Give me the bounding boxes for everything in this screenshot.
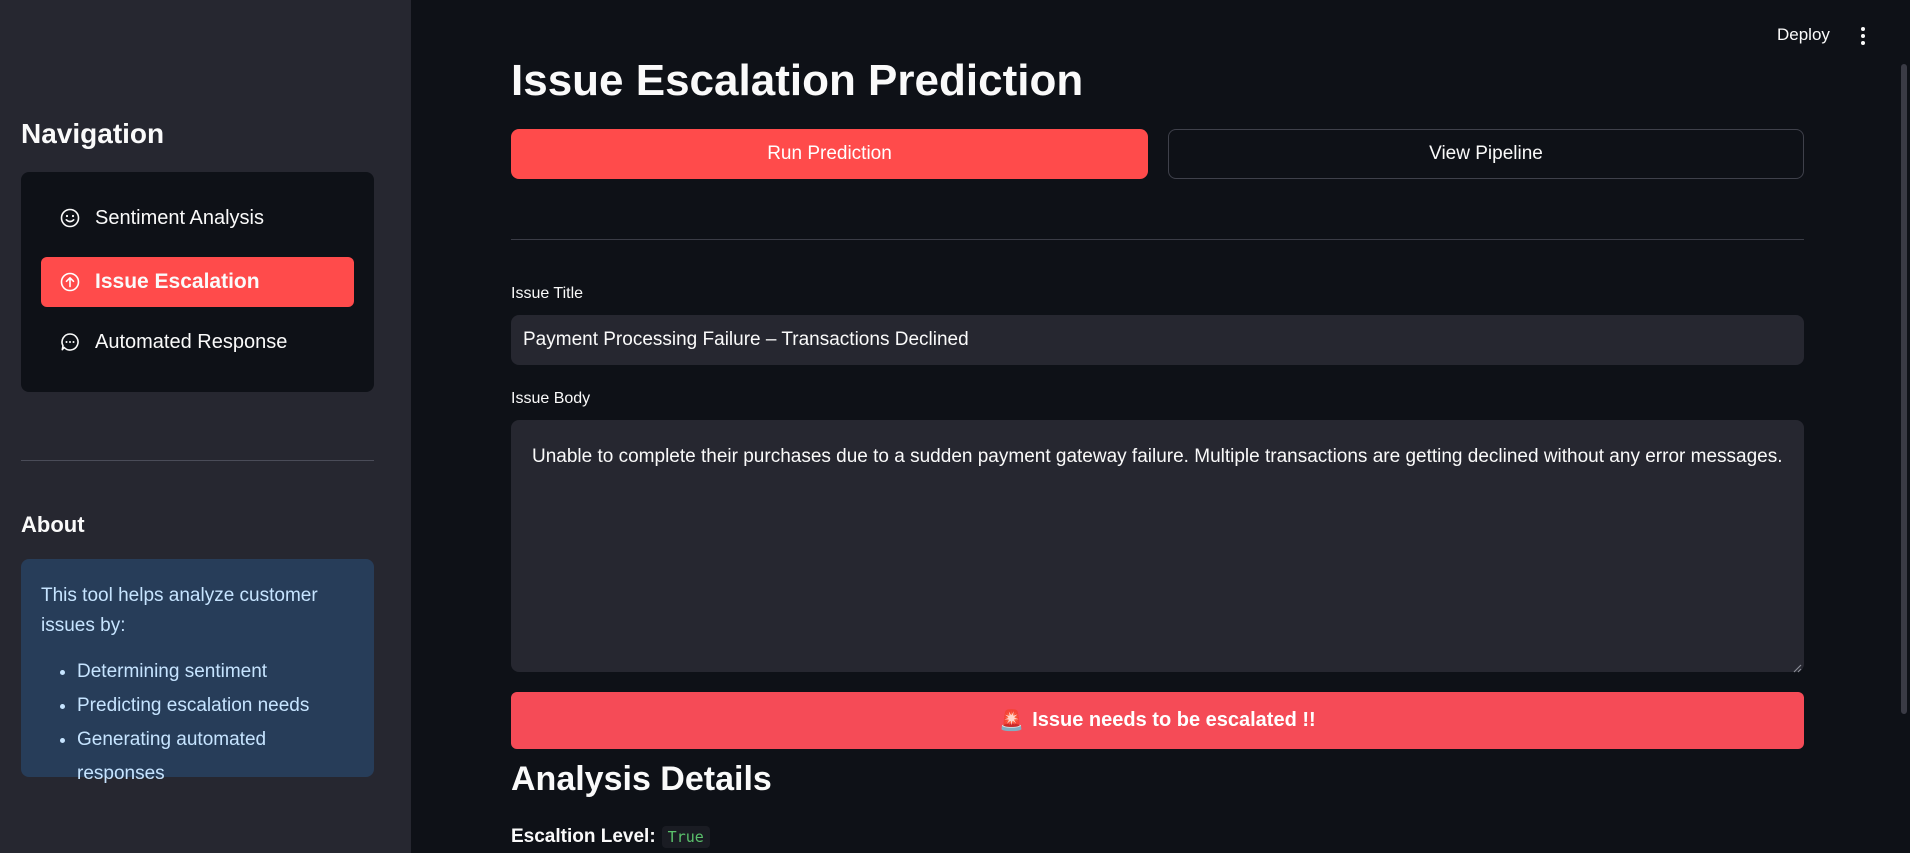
deploy-button[interactable]: Deploy <box>1777 25 1830 45</box>
analysis-details-heading: Analysis Details <box>511 760 772 798</box>
issue-title-input[interactable] <box>511 315 1804 365</box>
arrow-up-circle-icon <box>59 271 81 293</box>
page-title: Issue Escalation Prediction <box>511 56 1084 105</box>
escalation-alert: 🚨 Issue needs to be escalated !! <box>511 692 1804 749</box>
issue-body-textarea[interactable]: Unable to complete their purchases due t… <box>511 420 1804 672</box>
about-intro: This tool helps analyze customer issues … <box>41 585 318 636</box>
sidebar-item-issue-escalation[interactable]: Issue Escalation <box>41 257 354 307</box>
escalation-level-value: True <box>661 826 710 848</box>
issue-title-label: Issue Title <box>511 285 584 302</box>
issue-body-label: Issue Body <box>511 390 591 407</box>
sidebar-item-label: Issue Escalation <box>95 270 260 293</box>
divider <box>511 239 1804 240</box>
about-title: About <box>21 512 85 537</box>
about-info-box: This tool helps analyze customer issues … <box>21 559 374 784</box>
vertical-dots-icon[interactable] <box>1853 25 1873 47</box>
resize-handle-icon[interactable] <box>1792 660 1802 673</box>
sidebar: Navigation Sentiment Analysis Issue Esca… <box>0 0 411 853</box>
run-prediction-button[interactable]: Run Prediction <box>511 129 1148 179</box>
sidebar-divider <box>21 460 374 461</box>
alert-text: Issue needs to be escalated !! <box>1032 709 1316 731</box>
list-item: Predicting escalation needs <box>77 689 354 723</box>
scrollbar[interactable] <box>1901 64 1907 714</box>
sidebar-item-label: Sentiment Analysis <box>95 206 264 229</box>
sidebar-title: Navigation <box>21 118 165 149</box>
escalation-level-label: Escaltion Level: <box>511 826 656 847</box>
sidebar-item-sentiment-analysis[interactable]: Sentiment Analysis <box>41 193 354 243</box>
list-item: Generating automated responses <box>77 723 354 791</box>
chat-icon <box>59 331 81 353</box>
sidebar-item-automated-response[interactable]: Automated Response <box>41 317 354 367</box>
about-list: Determining sentiment Predicting escalat… <box>41 655 354 791</box>
view-pipeline-button[interactable]: View Pipeline <box>1168 129 1804 179</box>
sidebar-item-label: Automated Response <box>95 330 288 353</box>
escalation-level-row: Escaltion Level: True <box>511 826 710 848</box>
nav-menu: Sentiment Analysis Issue Escalation Auto… <box>21 172 374 392</box>
list-item: Determining sentiment <box>77 655 354 689</box>
smiley-icon <box>59 207 81 229</box>
siren-icon: 🚨 <box>999 710 1025 732</box>
